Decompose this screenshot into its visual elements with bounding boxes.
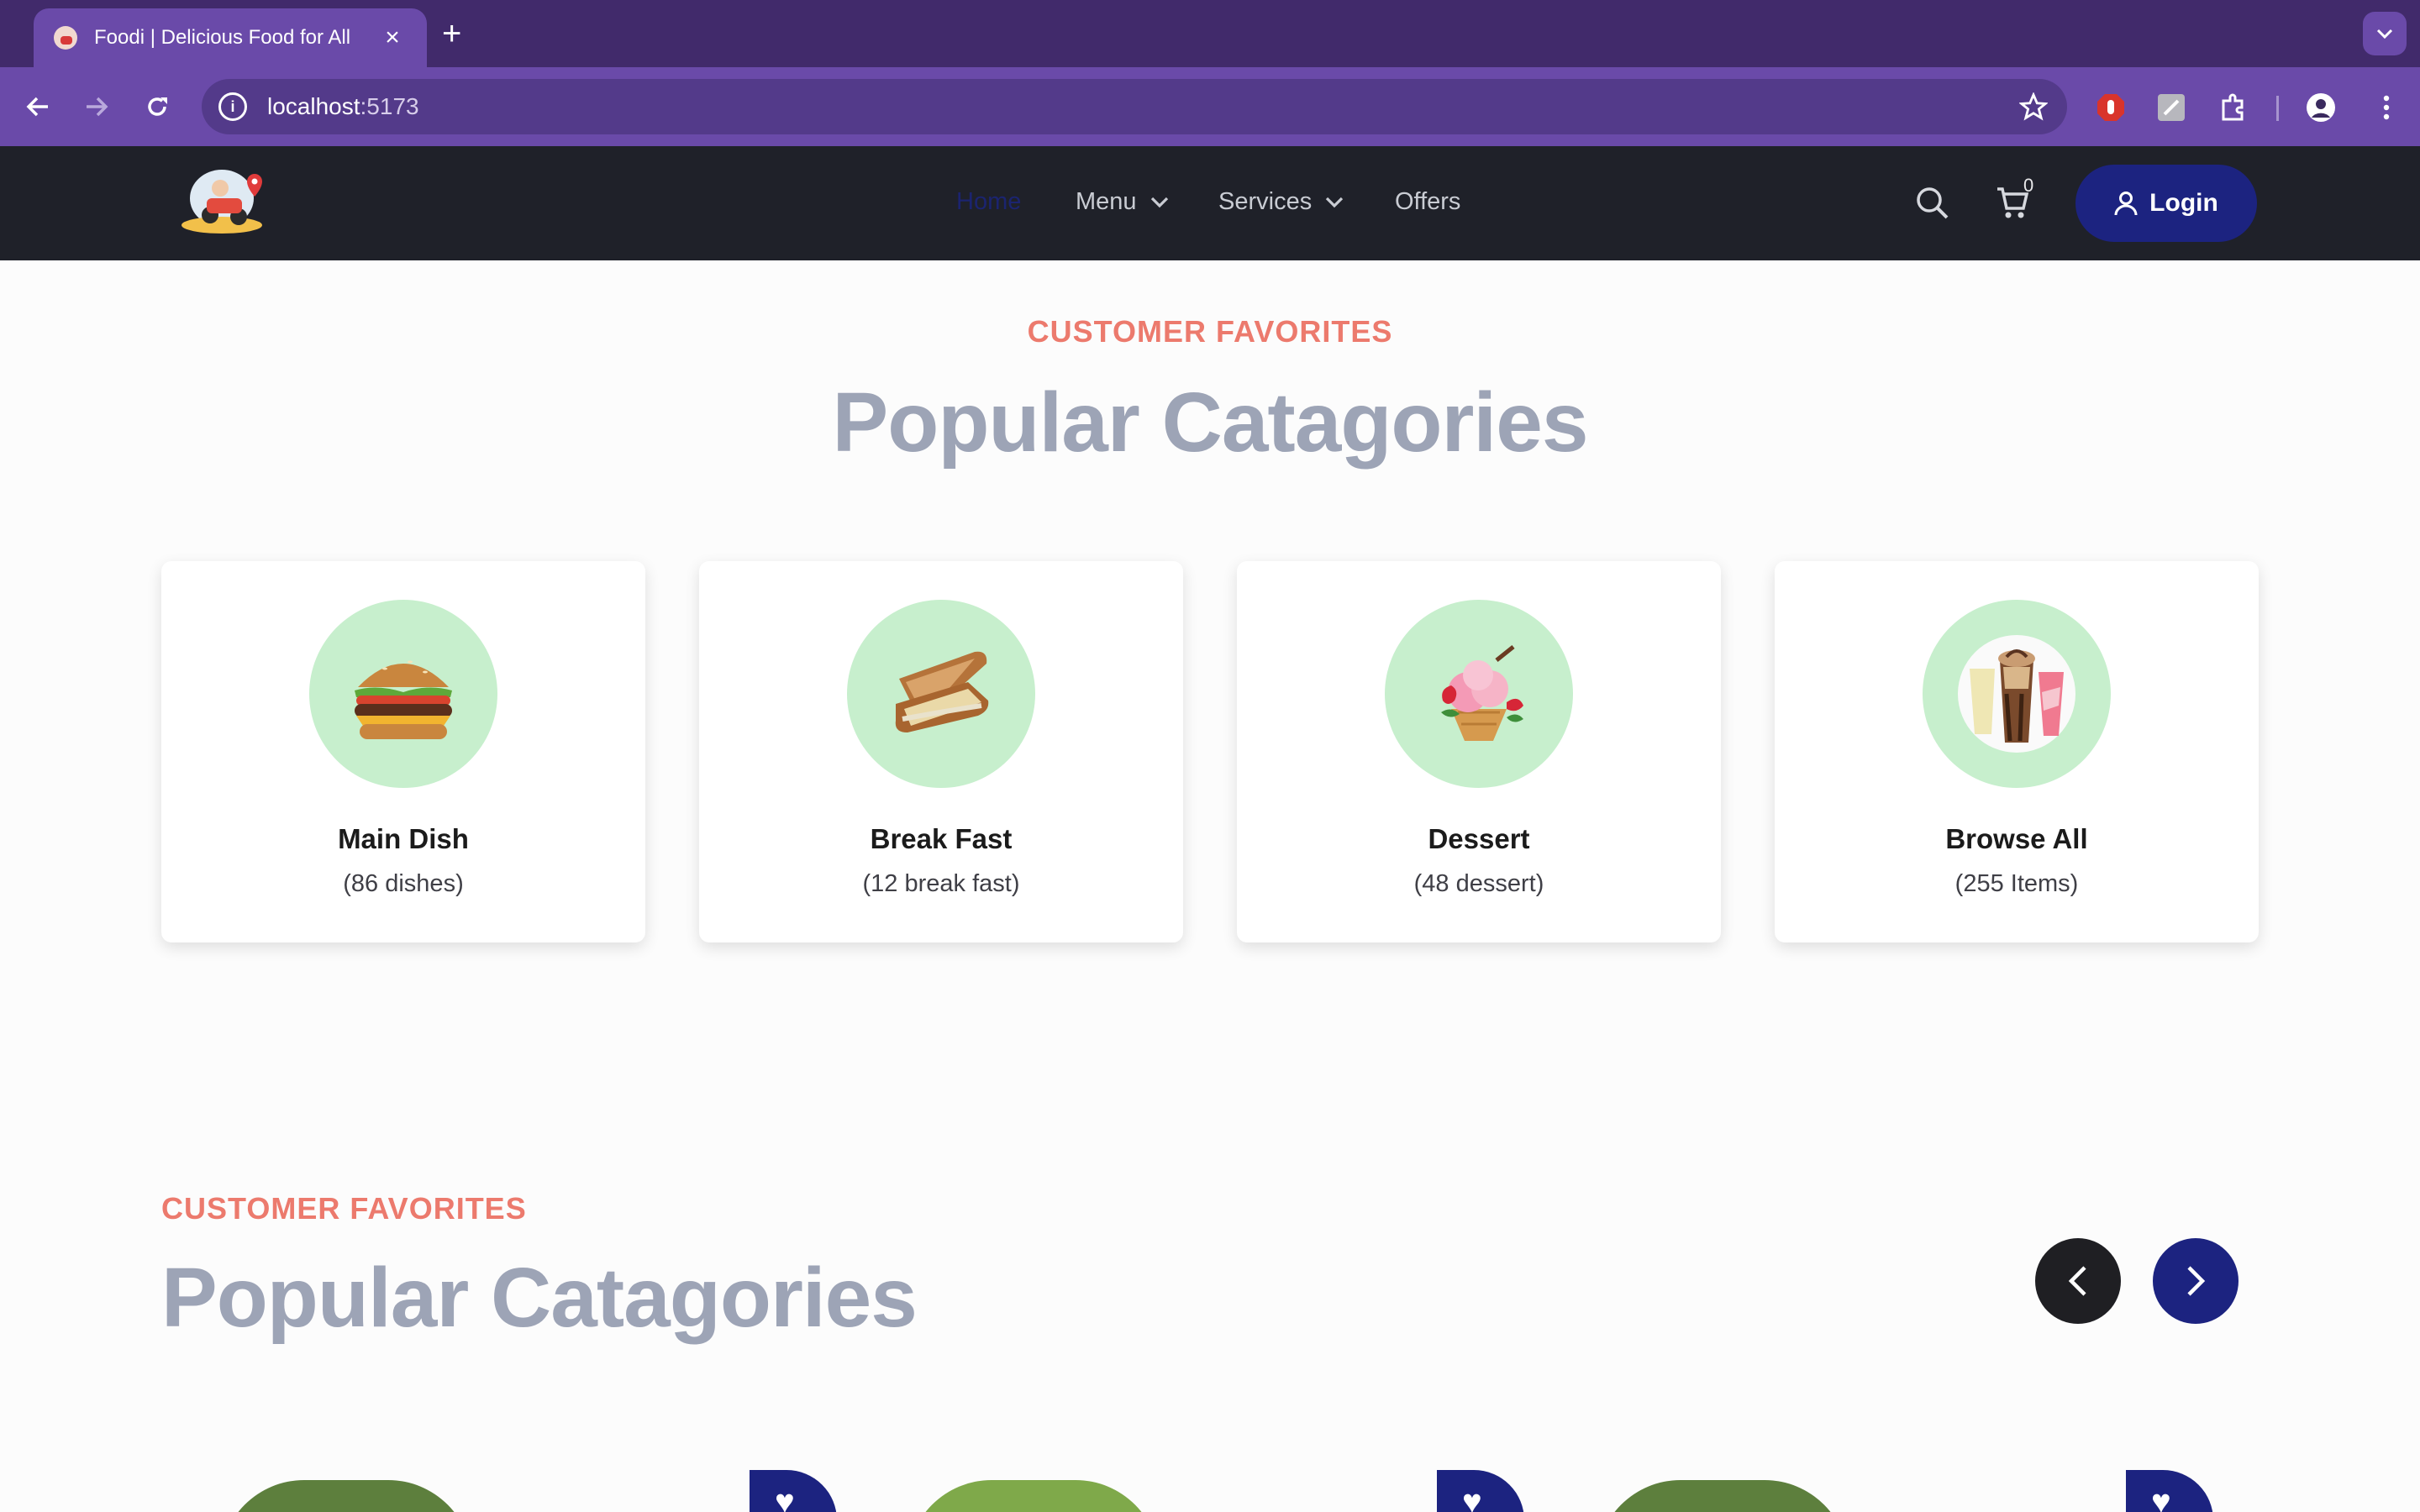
carousel-next-button[interactable] bbox=[2153, 1238, 2238, 1324]
forward-button[interactable] bbox=[74, 84, 119, 129]
tab-title: Foodi | Delicious Food for All bbox=[94, 26, 351, 49]
dish-card[interactable] bbox=[849, 1458, 1524, 1512]
reload-icon bbox=[148, 97, 167, 116]
chevron-down-icon bbox=[1150, 197, 1168, 207]
category-name: Main Dish bbox=[338, 823, 469, 854]
category-count: (86 dishes) bbox=[343, 870, 464, 897]
login-button[interactable]: Login bbox=[2075, 165, 2257, 242]
nav-menu[interactable]: Menu bbox=[1076, 188, 1169, 216]
browser-tab-bar: Foodi | Delicious Food for All × + bbox=[0, 0, 2420, 67]
category-card-main-dish[interactable]: Main Dish (86 dishes) bbox=[161, 561, 645, 942]
new-tab-icon[interactable]: + bbox=[442, 15, 461, 52]
nav-home[interactable]: Home bbox=[956, 188, 1021, 216]
nav-home-label: Home bbox=[956, 188, 1022, 215]
drinks-icon bbox=[1958, 635, 2075, 753]
browser-tab[interactable]: Foodi | Delicious Food for All × bbox=[34, 8, 427, 67]
site-favicon bbox=[54, 26, 77, 50]
cart-count-badge: 0 bbox=[2023, 175, 2034, 196]
dish-image bbox=[908, 1480, 1160, 1512]
category-name: Break Fast bbox=[870, 823, 1013, 854]
browser-toolbar: i localhost:5173 bbox=[0, 67, 2420, 146]
category-image-circle bbox=[309, 600, 497, 788]
extensions-puzzle-icon[interactable] bbox=[2218, 92, 2249, 123]
extension-icon[interactable] bbox=[2156, 92, 2186, 123]
browser-menu-icon[interactable] bbox=[2371, 92, 2402, 123]
arrow-left-icon bbox=[26, 97, 48, 117]
profile-avatar-icon[interactable] bbox=[2306, 92, 2336, 123]
arrow-right-icon bbox=[87, 97, 108, 117]
chevron-left-icon bbox=[2068, 1266, 2086, 1296]
chevron-right-icon bbox=[2187, 1266, 2206, 1296]
login-label: Login bbox=[2149, 189, 2218, 217]
category-image-circle bbox=[1385, 600, 1573, 788]
nav-offers[interactable]: Offers bbox=[1395, 188, 1460, 216]
section-title: Popular Catagories bbox=[161, 1251, 918, 1345]
back-button[interactable] bbox=[15, 84, 60, 129]
reload-button[interactable] bbox=[134, 84, 180, 129]
heart-icon[interactable] bbox=[1437, 1470, 1524, 1512]
category-card-dessert[interactable]: Dessert (48 dessert) bbox=[1237, 561, 1721, 942]
foodi-logo[interactable] bbox=[178, 165, 266, 239]
address-bar[interactable]: i localhost:5173 bbox=[202, 79, 2067, 134]
section-eyebrow: CUSTOMER FAVORITES bbox=[161, 1191, 527, 1226]
section-eyebrow: CUSTOMER FAVORITES bbox=[1027, 314, 1393, 349]
heart-icon[interactable] bbox=[750, 1470, 837, 1512]
toolbar-divider bbox=[2276, 96, 2279, 121]
nav-services[interactable]: Services bbox=[1218, 188, 1344, 216]
close-tab-icon[interactable]: × bbox=[378, 25, 407, 50]
user-icon bbox=[2114, 192, 2138, 216]
ice-cream-icon bbox=[1441, 645, 1523, 741]
category-image-circle bbox=[847, 600, 1035, 788]
category-count: (48 dessert) bbox=[1413, 870, 1544, 897]
nav-offers-label: Offers bbox=[1395, 188, 1461, 215]
site-info-icon[interactable]: i bbox=[218, 92, 247, 121]
tab-search-button[interactable] bbox=[2363, 12, 2407, 55]
category-name: Dessert bbox=[1428, 823, 1530, 854]
url-port: :5173 bbox=[360, 93, 419, 119]
chevron-down-icon bbox=[2376, 29, 2393, 39]
chevron-down-icon bbox=[1326, 197, 1344, 207]
search-icon[interactable] bbox=[1914, 185, 1951, 222]
site-header: Home Menu Services Offers 0 Login bbox=[0, 146, 2420, 260]
section-title: Popular Catagories bbox=[832, 375, 1589, 470]
dish-image bbox=[220, 1480, 472, 1512]
category-card-browse-all[interactable]: Browse All (255 Items) bbox=[1775, 561, 2259, 942]
category-count: (255 Items) bbox=[1954, 870, 2079, 897]
carousel-prev-button[interactable] bbox=[2035, 1238, 2121, 1324]
url-text: localhost:5173 bbox=[267, 93, 2017, 120]
burger-icon bbox=[355, 660, 452, 739]
nav-services-label: Services bbox=[1218, 188, 1313, 215]
dish-image bbox=[1597, 1480, 1849, 1512]
heart-icon[interactable] bbox=[2126, 1470, 2213, 1512]
category-count: (12 break fast) bbox=[862, 870, 1020, 897]
category-card-break-fast[interactable]: Break Fast (12 break fast) bbox=[699, 561, 1183, 942]
dish-card[interactable] bbox=[1538, 1458, 2213, 1512]
dish-card[interactable] bbox=[161, 1458, 837, 1512]
category-image-circle bbox=[1923, 600, 2111, 788]
sandwich-icon bbox=[895, 651, 989, 732]
extension-adblock-icon[interactable] bbox=[2096, 92, 2126, 123]
url-host: localhost bbox=[267, 93, 360, 119]
category-name: Browse All bbox=[1945, 823, 2088, 854]
nav-menu-label: Menu bbox=[1076, 188, 1137, 215]
bookmark-star-icon[interactable] bbox=[2017, 90, 2050, 123]
